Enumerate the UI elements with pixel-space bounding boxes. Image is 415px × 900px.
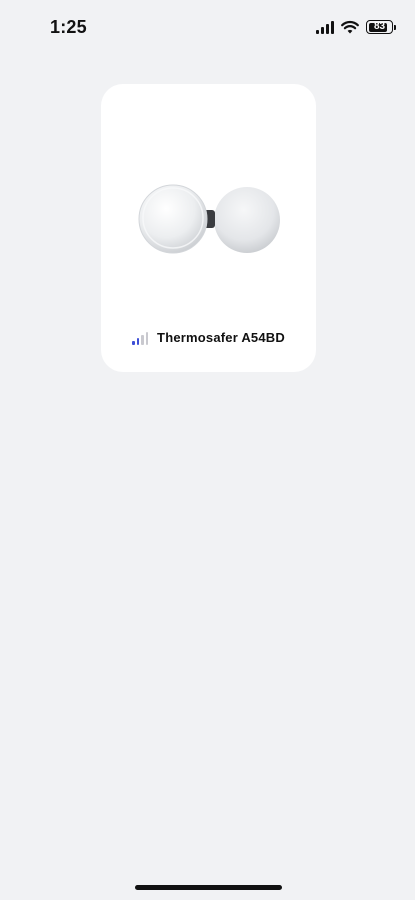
- cellular-signal-icon: [316, 20, 334, 34]
- thermometer-device-icon: [138, 184, 280, 254]
- device-card[interactable]: Thermosafer A54BD: [101, 84, 316, 372]
- device-label-row: Thermosafer A54BD: [101, 330, 316, 345]
- status-time: 1:25: [50, 17, 87, 37]
- status-bar: 1:25 83: [0, 0, 415, 56]
- signal-bar: [136, 337, 140, 345]
- signal-bar: [141, 334, 144, 345]
- battery-level: 83: [373, 21, 386, 32]
- signal-bar: [145, 331, 149, 345]
- device-name: Thermosafer A54BD: [157, 330, 285, 345]
- status-indicators: 83: [316, 20, 396, 34]
- battery-icon: 83: [366, 20, 396, 34]
- wifi-icon: [341, 20, 359, 34]
- signal-bar: [132, 340, 135, 345]
- battery-cap: [394, 25, 396, 30]
- signal-strength-icon: [132, 331, 149, 345]
- home-indicator[interactable]: [135, 885, 282, 890]
